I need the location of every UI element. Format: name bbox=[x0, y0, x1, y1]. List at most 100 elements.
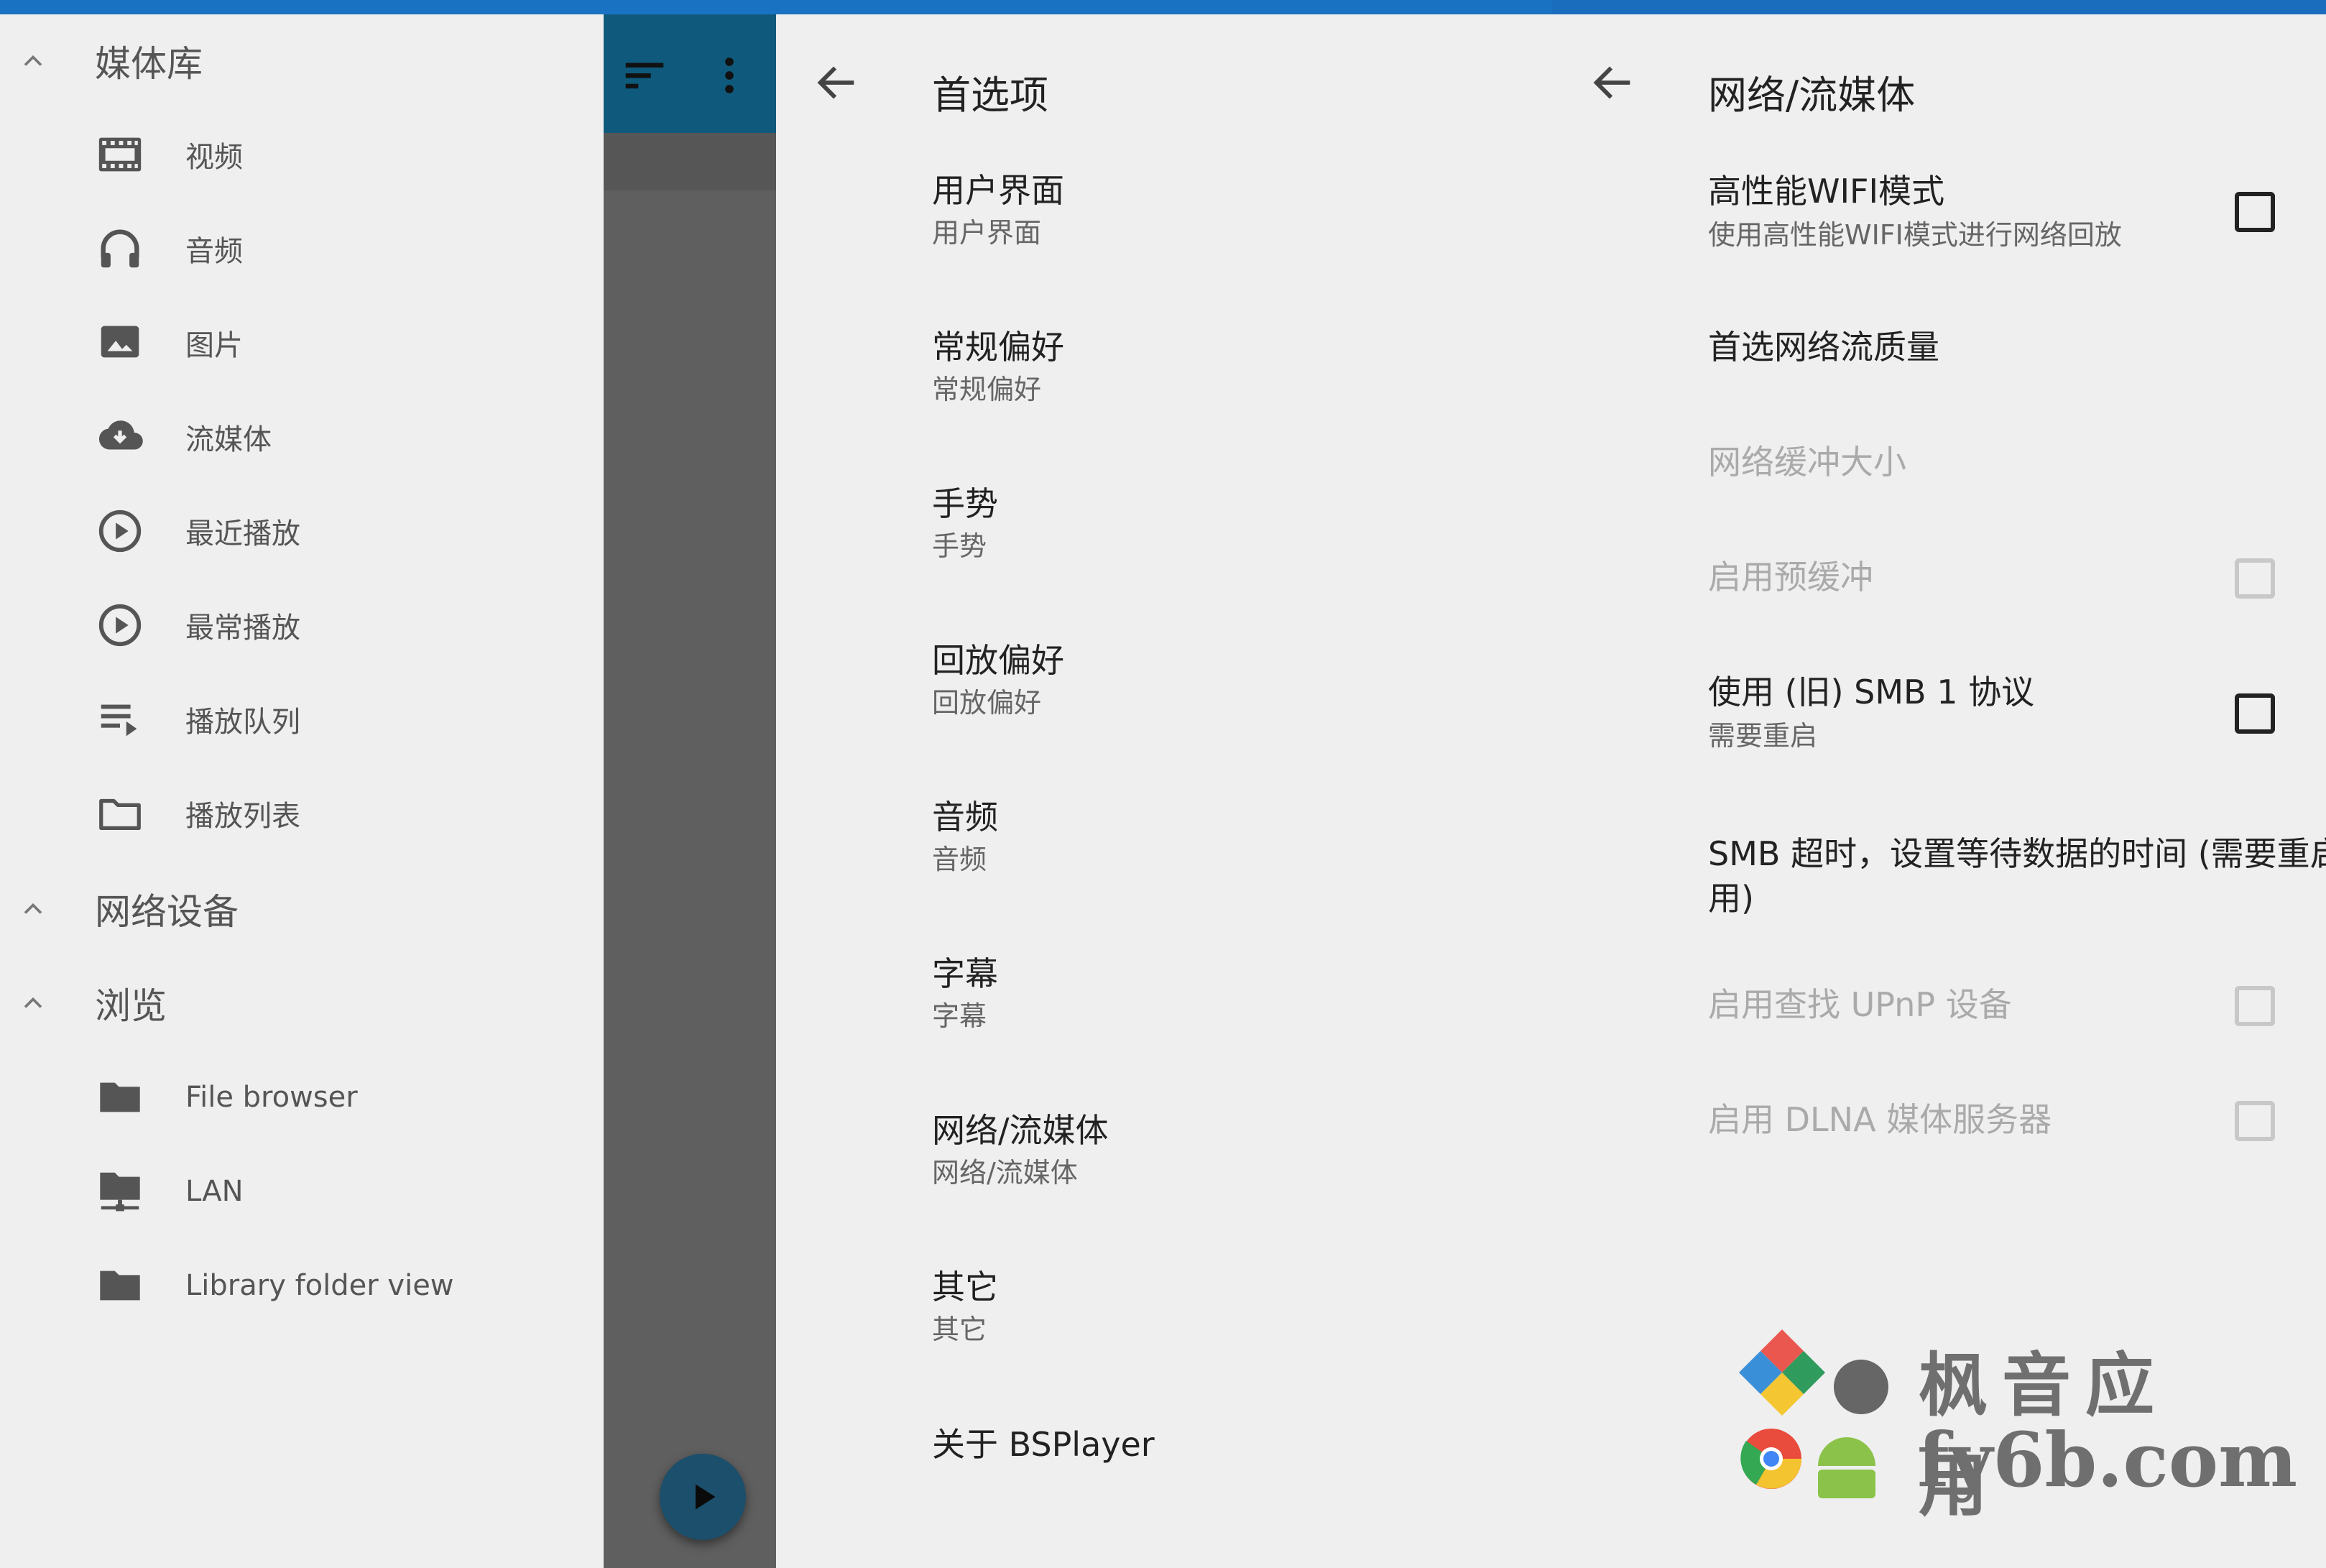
drawer-item-streaming[interactable]: 流媒体 bbox=[0, 397, 604, 476]
drawer-item-playlists[interactable]: 播放列表 bbox=[0, 774, 604, 853]
setting-title: 首选网络流质量 bbox=[1708, 328, 1939, 366]
more-vert-icon[interactable] bbox=[704, 50, 754, 101]
setting-smb-timeout[interactable]: SMB 超时，设置等待数据的时间 (需要重启应用) bbox=[1708, 831, 2326, 921]
play-circle-icon bbox=[95, 600, 145, 650]
preferences-panel: 首选项 用户界面 用户界面 常规偏好 常规偏好 手势 手势 回放偏好 回放偏好 … bbox=[776, 14, 1552, 1568]
pref-item-subtitle: 字幕 bbox=[932, 1000, 987, 1032]
section-label: 媒体库 bbox=[95, 43, 203, 85]
pref-item-subtitle: 网络/流媒体 bbox=[932, 1157, 1078, 1189]
watermark-emblem-icon bbox=[1739, 1329, 1888, 1498]
section-label: 网络设备 bbox=[95, 891, 239, 933]
drawer-item-video[interactable]: 视频 bbox=[0, 115, 604, 194]
drawer-item-label: LAN bbox=[185, 1175, 244, 1208]
section-network-devices[interactable]: 网络设备 bbox=[0, 873, 604, 945]
drawer-item-most-played[interactable]: 最常播放 bbox=[0, 586, 604, 665]
drawer-item-label: 视频 bbox=[185, 141, 243, 174]
high-perf-wifi-checkbox[interactable] bbox=[2235, 192, 2275, 232]
pref-item-subtitle: 常规偏好 bbox=[932, 374, 1042, 405]
pref-item-subtitles[interactable]: 字幕 字幕 bbox=[932, 952, 1521, 1037]
network-header: 网络/流媒体 bbox=[1552, 43, 2326, 122]
pref-item-subtitle: 手势 bbox=[932, 530, 987, 562]
chevron-up-icon[interactable] bbox=[17, 893, 49, 925]
headphones-icon bbox=[95, 223, 145, 274]
drawer-item-recently-played[interactable]: 最近播放 bbox=[0, 492, 604, 571]
pref-item-subtitle: 用户界面 bbox=[932, 217, 1042, 249]
cloud-download-icon bbox=[95, 412, 145, 462]
page-title: 首选项 bbox=[932, 73, 1048, 118]
setting-title: 高性能WIFI模式 bbox=[1708, 172, 1945, 211]
drawer-item-label: 最近播放 bbox=[185, 517, 300, 550]
setting-network-buffer-size: 网络缓冲大小 bbox=[1708, 440, 2290, 484]
video-icon bbox=[95, 129, 145, 180]
drawer-item-label: 播放队列 bbox=[185, 706, 300, 739]
pref-item-title: 用户界面 bbox=[932, 171, 1064, 210]
pref-item-gestures[interactable]: 手势 手势 bbox=[932, 482, 1521, 567]
main-toolbar bbox=[604, 14, 776, 133]
drawer-item-library-folder-view[interactable]: Library folder view bbox=[0, 1246, 604, 1325]
status-bar-right bbox=[1552, 0, 2326, 14]
setting-title: 启用 DLNA 媒体服务器 bbox=[1708, 1100, 2052, 1139]
play-icon bbox=[696, 1484, 716, 1510]
section-label: 浏览 bbox=[95, 985, 167, 1027]
status-bar-left bbox=[0, 0, 1552, 14]
pref-item-playback[interactable]: 回放偏好 回放偏好 bbox=[932, 639, 1521, 724]
pref-item-title: 回放偏好 bbox=[932, 641, 1064, 680]
pref-item-title: 关于 BSPlayer bbox=[932, 1425, 1155, 1464]
sort-icon[interactable] bbox=[619, 50, 670, 101]
dlna-checkbox bbox=[2235, 1101, 2275, 1141]
setting-title: 启用查找 UPnP 设备 bbox=[1708, 985, 2012, 1024]
drawer-item-label: 图片 bbox=[185, 329, 243, 362]
upnp-checkbox bbox=[2235, 986, 2275, 1026]
drawer-item-images[interactable]: 图片 bbox=[0, 303, 604, 382]
network-folder-icon bbox=[95, 1166, 145, 1217]
play-circle-icon bbox=[95, 506, 145, 556]
setting-title: SMB 超时，设置等待数据的时间 (需要重启应用) bbox=[1708, 834, 2326, 918]
back-arrow-icon[interactable] bbox=[812, 57, 862, 108]
drawer-item-lan[interactable]: LAN bbox=[0, 1152, 604, 1231]
image-icon bbox=[95, 318, 145, 368]
pref-item-about[interactable]: 关于 BSPlayer bbox=[932, 1423, 1521, 1466]
watermark-logo: 枫音应用 fy6b.com bbox=[1739, 1329, 2297, 1526]
page-title: 网络/流媒体 bbox=[1708, 73, 1916, 118]
setting-high-perf-wifi[interactable]: 高性能WIFI模式 使用高性能WIFI模式进行网络回放 bbox=[1708, 169, 2290, 257]
chevron-up-icon[interactable] bbox=[17, 987, 49, 1019]
play-fab-button[interactable] bbox=[660, 1454, 746, 1540]
pref-item-other[interactable]: 其它 其它 bbox=[932, 1265, 1521, 1350]
smb1-checkbox[interactable] bbox=[2235, 693, 2275, 734]
pref-item-title: 字幕 bbox=[932, 954, 998, 993]
tab-bar bbox=[604, 133, 776, 190]
drawer-item-file-browser[interactable]: File browser bbox=[0, 1058, 604, 1137]
status-bar bbox=[0, 0, 2326, 14]
navigation-drawer: 媒体库 视频 音频 图片 流媒体 最近播放 最常播放 播放队列 播放列表 网络设… bbox=[0, 14, 604, 1568]
preferences-header: 首选项 bbox=[776, 43, 1552, 122]
drawer-item-label: 流媒体 bbox=[185, 423, 272, 456]
pref-item-user-interface[interactable]: 用户界面 用户界面 bbox=[932, 169, 1521, 254]
setting-preferred-stream-quality[interactable]: 首选网络流质量 bbox=[1708, 325, 2290, 369]
drawer-item-play-queue[interactable]: 播放队列 bbox=[0, 680, 604, 759]
section-browse[interactable]: 浏览 bbox=[0, 967, 604, 1039]
pref-item-title: 常规偏好 bbox=[932, 328, 1064, 366]
setting-subtitle: 需要重启 bbox=[1708, 720, 1818, 752]
drawer-item-label: 音频 bbox=[185, 235, 243, 268]
back-arrow-icon[interactable] bbox=[1588, 57, 1638, 108]
chevron-up-icon[interactable] bbox=[17, 45, 49, 77]
setting-title: 使用 (旧) SMB 1 协议 bbox=[1708, 673, 2035, 711]
pref-item-title: 音频 bbox=[932, 798, 998, 836]
queue-icon bbox=[95, 694, 145, 744]
prebuffer-checkbox bbox=[2235, 558, 2275, 599]
pref-item-subtitle: 音频 bbox=[932, 844, 987, 875]
setting-upnp-discovery: 启用查找 UPnP 设备 bbox=[1708, 982, 2290, 1027]
pref-item-title: 网络/流媒体 bbox=[932, 1111, 1109, 1150]
folder-icon bbox=[95, 1260, 145, 1311]
setting-subtitle: 使用高性能WIFI模式进行网络回放 bbox=[1708, 219, 2122, 251]
setting-smb1-protocol[interactable]: 使用 (旧) SMB 1 协议 需要重启 bbox=[1708, 670, 2290, 757]
pref-item-title: 手势 bbox=[932, 484, 998, 523]
pref-item-network-streaming[interactable]: 网络/流媒体 网络/流媒体 bbox=[932, 1109, 1521, 1194]
pref-item-audio[interactable]: 音频 音频 bbox=[932, 795, 1521, 880]
section-media-library[interactable]: 媒体库 bbox=[0, 25, 604, 97]
drawer-item-audio[interactable]: 音频 bbox=[0, 209, 604, 288]
drawer-item-label: 播放列表 bbox=[185, 800, 300, 833]
setting-title: 启用预缓冲 bbox=[1708, 558, 1873, 596]
folder-icon bbox=[95, 1072, 145, 1122]
pref-item-general[interactable]: 常规偏好 常规偏好 bbox=[932, 326, 1521, 410]
